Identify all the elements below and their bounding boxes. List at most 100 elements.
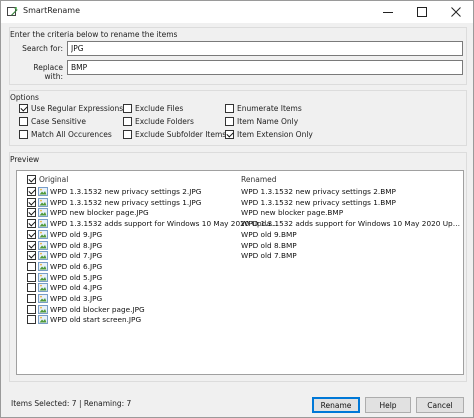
row-checkbox[interactable] [27, 219, 36, 229]
select-all-checkbox[interactable] [27, 175, 36, 184]
app-icon [7, 6, 18, 17]
row-checkbox[interactable] [27, 229, 36, 239]
table-row[interactable]: WPD old 9.JPG WPD old 9.BMP [17, 229, 463, 240]
row-checkbox[interactable] [27, 187, 36, 196]
help-button[interactable]: Help [365, 397, 411, 413]
search-label: Search for: [22, 44, 63, 53]
image-file-icon [38, 283, 48, 293]
row-checkbox[interactable] [27, 294, 36, 303]
replace-input[interactable] [67, 60, 463, 75]
table-row[interactable]: WPD 1.3.1532 new privacy settings 1.JPG W… [17, 197, 463, 208]
option-exclude-subfolder-items[interactable]: Exclude Subfolder Items [123, 130, 226, 139]
option-item-name-only[interactable]: Item Name Only [225, 117, 298, 126]
row-checkbox[interactable] [27, 197, 36, 207]
rename-button[interactable]: Rename [312, 397, 360, 413]
minimize-button[interactable] [371, 1, 405, 23]
case-sensitive-checkbox[interactable] [19, 117, 28, 126]
exclude-subfolder-items-label: Exclude Subfolder Items [135, 130, 227, 139]
item-extension-only-label: Item Extension Only [237, 130, 313, 139]
image-file-icon [38, 272, 48, 282]
enumerate-items-label: Enumerate Items [237, 104, 302, 113]
row-checkbox[interactable] [27, 261, 36, 271]
cancel-button[interactable]: Cancel [416, 397, 464, 413]
replace-label: Replace with: [33, 63, 63, 81]
enumerate-items-checkbox[interactable] [225, 104, 234, 113]
original-filename: WPD old 5.JPG [50, 272, 103, 282]
title-bar[interactable]: SmartRename [1, 1, 473, 23]
maximize-button[interactable] [405, 1, 439, 23]
image-file-icon [38, 261, 48, 271]
use-regex-label: Use Regular Expressions [31, 104, 124, 113]
option-exclude-files[interactable]: Exclude Files [123, 104, 183, 113]
option-exclude-folders[interactable]: Exclude Folders [123, 117, 194, 126]
table-row[interactable]: WPD 1.3.1532 adds support for Windows 10… [17, 218, 463, 229]
table-row[interactable]: WPD old 4.JPG [17, 282, 463, 293]
row-checkbox[interactable] [27, 208, 36, 218]
table-row[interactable]: WPD old 6.JPG [17, 261, 463, 272]
option-case-sensitive[interactable]: Case Sensitive [19, 117, 86, 126]
table-row[interactable]: WPD new blocker page.JPG WPD new blocker … [17, 207, 463, 218]
item-name-only-label: Item Name Only [237, 117, 299, 126]
criteria-heading: Enter the criteria below to rename the i… [10, 30, 178, 39]
maximize-icon [417, 7, 427, 17]
exclude-folders-label: Exclude Folders [135, 117, 194, 126]
renamed-filename: WPD new blocker page.BMP [241, 208, 344, 218]
exclude-subfolder-items-checkbox[interactable] [123, 130, 132, 139]
minimize-icon [383, 12, 393, 13]
table-row[interactable]: WPD old 7.JPG WPD old 7.BMP [17, 250, 463, 261]
option-use-regex[interactable]: Use Regular Expressions [19, 104, 123, 113]
original-filename: WPD old start screen.JPG [50, 315, 142, 325]
exclude-files-checkbox[interactable] [123, 104, 132, 113]
original-filename: WPD old 9.JPG [50, 229, 103, 239]
original-filename: WPD old 8.JPG [50, 240, 103, 250]
renamed-filename: WPD old 7.BMP [241, 251, 297, 261]
row-checkbox[interactable] [27, 283, 36, 293]
item-name-only-checkbox[interactable] [225, 117, 234, 126]
table-row[interactable]: WPD 1.3.1532 new privacy settings 2.JPG W… [17, 186, 463, 197]
case-sensitive-label: Case Sensitive [31, 117, 86, 126]
table-row[interactable]: WPD old 8.JPG WPD old 8.BMP [17, 240, 463, 251]
original-filename: WPD old 7.JPG [50, 251, 103, 261]
row-checkbox[interactable] [27, 304, 36, 314]
image-file-icon [38, 229, 48, 239]
row-checkbox[interactable] [27, 240, 36, 250]
smartrename-window: SmartRename Enter the criteria below to … [0, 0, 474, 418]
option-match-all[interactable]: Match All Occurences [19, 130, 112, 139]
renamed-filename: WPD old 8.BMP [241, 240, 297, 250]
table-row[interactable]: WPD old start screen.JPG [17, 314, 463, 325]
status-text: Items Selected: 7 | Renaming: 7 [11, 399, 132, 408]
preview-list[interactable]: Original Renamed WPD 1.3.1532 new privac… [16, 170, 464, 375]
renamed-filename: WPD 1.3.1532 adds support for Windows 10… [241, 219, 463, 229]
match-all-checkbox[interactable] [19, 130, 28, 139]
table-row[interactable]: WPD old blocker page.JPG [17, 304, 463, 315]
original-filename: WPD 1.3.1532 new privacy settings 1.JPG [50, 197, 202, 207]
row-checkbox[interactable] [27, 272, 36, 282]
column-renamed-header[interactable]: Renamed [241, 175, 277, 184]
table-row[interactable]: WPD old 5.JPG [17, 272, 463, 283]
row-checkbox[interactable] [27, 315, 36, 325]
option-enumerate-items[interactable]: Enumerate Items [225, 104, 302, 113]
image-file-icon [38, 197, 48, 207]
table-row[interactable]: WPD old 3.JPG [17, 293, 463, 304]
window-title: SmartRename [23, 6, 81, 15]
image-file-icon [38, 304, 48, 314]
option-item-extension-only[interactable]: Item Extension Only [225, 130, 313, 139]
close-button[interactable] [439, 1, 473, 23]
exclude-files-label: Exclude Files [135, 104, 184, 113]
item-extension-only-checkbox[interactable] [225, 130, 234, 139]
preview-heading: Preview [10, 155, 40, 164]
renamed-filename: WPD 1.3.1532 new privacy settings 1.BMP [241, 197, 396, 207]
column-original-header[interactable]: Original [39, 175, 68, 184]
image-file-icon [38, 315, 48, 325]
image-file-icon [38, 219, 48, 228]
original-filename: WPD old 3.JPG [50, 294, 103, 303]
close-icon [451, 7, 461, 17]
search-input[interactable] [67, 41, 463, 56]
use-regex-checkbox[interactable] [19, 104, 28, 113]
exclude-folders-checkbox[interactable] [123, 117, 132, 126]
original-filename: WPD 1.3.1532 new privacy settings 2.JPG [50, 187, 202, 196]
renamed-filename: WPD old 9.BMP [241, 229, 297, 239]
match-all-label: Match All Occurences [31, 130, 112, 139]
row-checkbox[interactable] [27, 251, 36, 261]
original-filename: WPD old blocker page.JPG [50, 304, 145, 314]
